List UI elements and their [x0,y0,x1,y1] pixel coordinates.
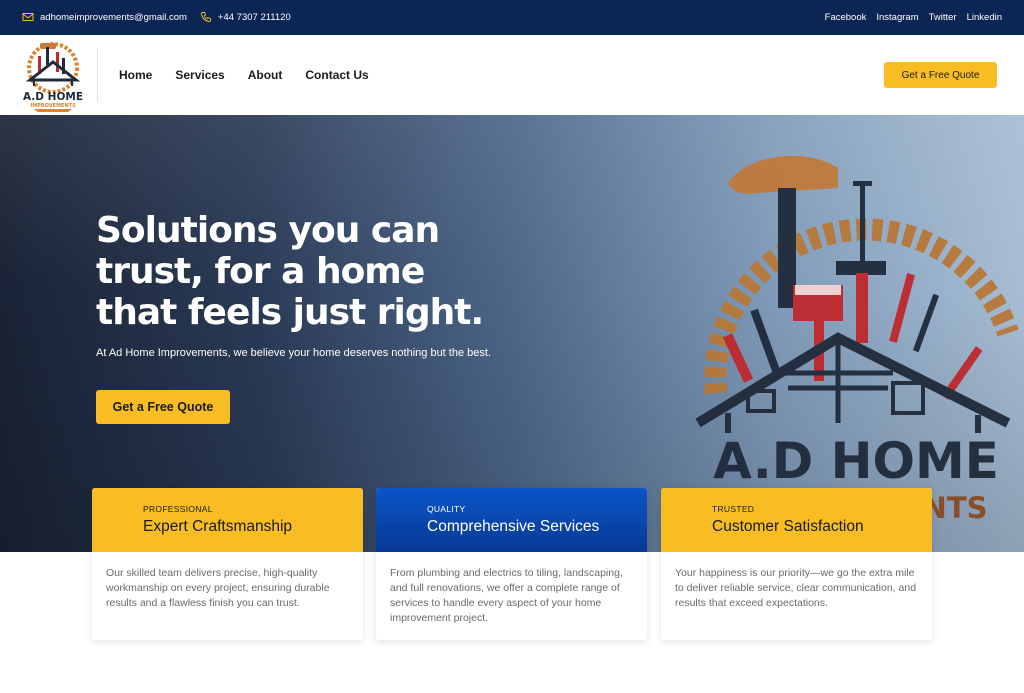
nav-about[interactable]: About [248,68,283,82]
nav-contact-us[interactable]: Contact Us [305,68,368,82]
instagram-link[interactable]: Instagram [876,12,918,23]
feature-tag: QUALITY [427,504,466,514]
feature-title: Customer Satisfaction [712,518,864,535]
nav-home[interactable]: Home [119,68,152,82]
logo-subtitle: IMPROVEMENTS [30,103,76,109]
logo-title: A.D HOME [23,91,83,103]
email-link[interactable]: adhomeimprovements@gmail.com [22,11,187,23]
feature-tag: PROFESSIONAL [143,504,213,514]
header-quote-button[interactable]: Get a Free Quote [884,62,997,88]
feature-tag: TRUSTED [712,504,755,514]
main-nav: Home Services About Contact Us [119,68,369,82]
hero-subtext: At Ad Home Improvements, we believe your… [96,347,491,359]
feature-card-services: QUALITY Comprehensive Services From plum… [376,488,647,640]
feature-description: From plumbing and electrics to tiling, l… [390,567,623,624]
site-logo[interactable]: A.D HOME IMPROVEMENTS [20,38,86,112]
feature-description: Our skilled team delivers precise, high-… [106,567,330,609]
site-header: A.D HOME IMPROVEMENTS Home Services Abou… [0,35,1024,115]
phone-link[interactable]: +44 7307 211120 [200,11,291,23]
nav-services[interactable]: Services [175,68,224,82]
feature-description: Your happiness is our priority—we go the… [675,567,917,609]
hero-quote-button[interactable]: Get a Free Quote [96,390,230,424]
feature-card-header: TRUSTED Customer Satisfaction [661,488,932,552]
phone-icon [200,12,211,22]
top-bar: adhomeimprovements@gmail.com +44 7307 21… [0,0,1024,35]
social-links: Facebook Instagram Twitter Linkedin [825,12,1002,23]
hero-logo-title: A.D HOME [713,432,999,490]
feature-title: Expert Craftsmanship [143,518,293,535]
contact-info: adhomeimprovements@gmail.com +44 7307 21… [22,11,291,23]
phone-text: +44 7307 211120 [217,11,291,23]
email-icon [22,13,34,21]
hero-section: A.D HOME IMPROVEMENTS Solutions you can … [0,115,1024,552]
feature-card-craftsmanship: PROFESSIONAL Expert Craftsmanship Our sk… [92,488,363,640]
facebook-link[interactable]: Facebook [825,12,867,23]
feature-card-header: QUALITY Comprehensive Services [376,488,647,552]
linkedin-link[interactable]: Linkedin [967,12,1002,23]
feature-title: Comprehensive Services [427,518,600,535]
feature-card-satisfaction: TRUSTED Customer Satisfaction Your happi… [661,488,932,640]
hero-heading: Solutions you can trust, for a home that… [96,210,484,333]
feature-card-header: PROFESSIONAL Expert Craftsmanship [92,488,363,552]
twitter-link[interactable]: Twitter [929,12,957,23]
email-text: adhomeimprovements@gmail.com [40,11,187,23]
logo-divider [97,48,98,102]
